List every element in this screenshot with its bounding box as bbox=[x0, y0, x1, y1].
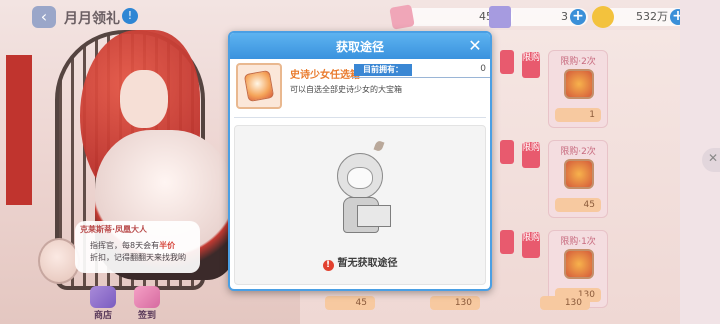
shop-card[interactable]: 限购·2次 45 bbox=[548, 140, 608, 218]
limit-tag: 限购 bbox=[522, 142, 540, 168]
card-limit-label: 限购·1次 bbox=[560, 237, 596, 247]
shop-icon bbox=[90, 286, 116, 308]
gem-count: 3 bbox=[561, 10, 568, 23]
gem-resource: 3 + bbox=[489, 6, 588, 28]
item-description: 可以自选全部史诗少女的大宝箱 bbox=[290, 85, 402, 94]
owned-label: 目前拥有： bbox=[354, 64, 412, 76]
close-button[interactable]: ✕ bbox=[466, 37, 484, 55]
tip-title: 克莱斯蒂·凤凰大人 bbox=[80, 225, 148, 234]
tip-highlight: 半价 bbox=[159, 241, 176, 250]
gem-icon bbox=[489, 6, 511, 28]
ticket-icon bbox=[389, 4, 415, 30]
divider bbox=[234, 117, 486, 118]
leaf-decoration bbox=[373, 139, 385, 153]
owned-bar: 目前拥有： 0 bbox=[352, 64, 490, 78]
shop-card[interactable]: 限购·2次 1 bbox=[548, 50, 608, 128]
card-tag bbox=[500, 140, 514, 164]
card-tag bbox=[500, 230, 514, 254]
item-icon-frame bbox=[236, 63, 282, 109]
owned-value: 0 bbox=[480, 64, 486, 74]
add-gem-button[interactable]: + bbox=[570, 9, 586, 25]
acquire-source-modal: 获取途径 ✕ 史诗少女任选箱 目前拥有： 0 可以自选全部史诗少女的大宝箱 ! 暂… bbox=[228, 31, 492, 291]
coin-resource: 532万 + bbox=[592, 6, 688, 28]
back-button[interactable]: ‹ bbox=[32, 6, 56, 28]
empty-state-message: ! 暂无获取途径 bbox=[235, 254, 485, 271]
coin-icon bbox=[592, 6, 614, 28]
item-icon bbox=[564, 249, 594, 279]
checkin-icon bbox=[134, 286, 160, 308]
chibi-box bbox=[357, 205, 391, 227]
item-name: 史诗少女任选箱 bbox=[290, 70, 360, 81]
bottom-price: 130 bbox=[540, 296, 590, 310]
empty-state-panel: ! 暂无获取途径 bbox=[234, 125, 486, 285]
limit-tag: 限购 bbox=[522, 52, 540, 78]
tip-line: 折扣，记得翻翻天来找我哟 bbox=[90, 253, 186, 262]
bottom-price: 45 bbox=[325, 296, 375, 310]
modal-header: 获取途径 ✕ bbox=[230, 33, 490, 59]
coin-count: 532万 bbox=[636, 10, 668, 23]
card-price: 1 bbox=[555, 108, 601, 122]
item-icon bbox=[564, 69, 594, 99]
checkin-button-label: 签到 bbox=[137, 311, 156, 321]
empty-state-text: 暂无获取途径 bbox=[337, 258, 398, 269]
checkin-button[interactable]: 签到 bbox=[128, 286, 166, 321]
tip-line: 指挥官，每8天会有半价 bbox=[90, 240, 175, 251]
modal-title: 获取途径 bbox=[335, 40, 384, 54]
card-tag bbox=[500, 50, 514, 74]
side-scroll-icon[interactable] bbox=[702, 148, 720, 172]
red-banner-decoration bbox=[6, 55, 32, 205]
chest-icon bbox=[243, 69, 275, 103]
bottom-price: 130 bbox=[430, 296, 480, 310]
limit-tag: 限购 bbox=[522, 232, 540, 258]
card-limit-label: 限购·2次 bbox=[560, 147, 596, 157]
chibi-face bbox=[347, 167, 373, 189]
tip-text: 指挥官，每8天会有 bbox=[90, 241, 160, 250]
page-title: 月月领礼 bbox=[64, 11, 120, 27]
empty-state-illustration bbox=[327, 139, 397, 241]
card-limit-label: 限购·2次 bbox=[560, 57, 596, 67]
item-icon bbox=[564, 159, 594, 189]
card-price: 45 bbox=[555, 198, 601, 212]
shop-button-label: 商店 bbox=[93, 311, 112, 321]
info-icon[interactable]: ! bbox=[122, 8, 138, 24]
warning-icon: ! bbox=[322, 260, 334, 271]
lantern-decoration bbox=[38, 238, 80, 284]
character-face bbox=[120, 70, 168, 128]
shop-button[interactable]: 商店 bbox=[84, 286, 122, 321]
